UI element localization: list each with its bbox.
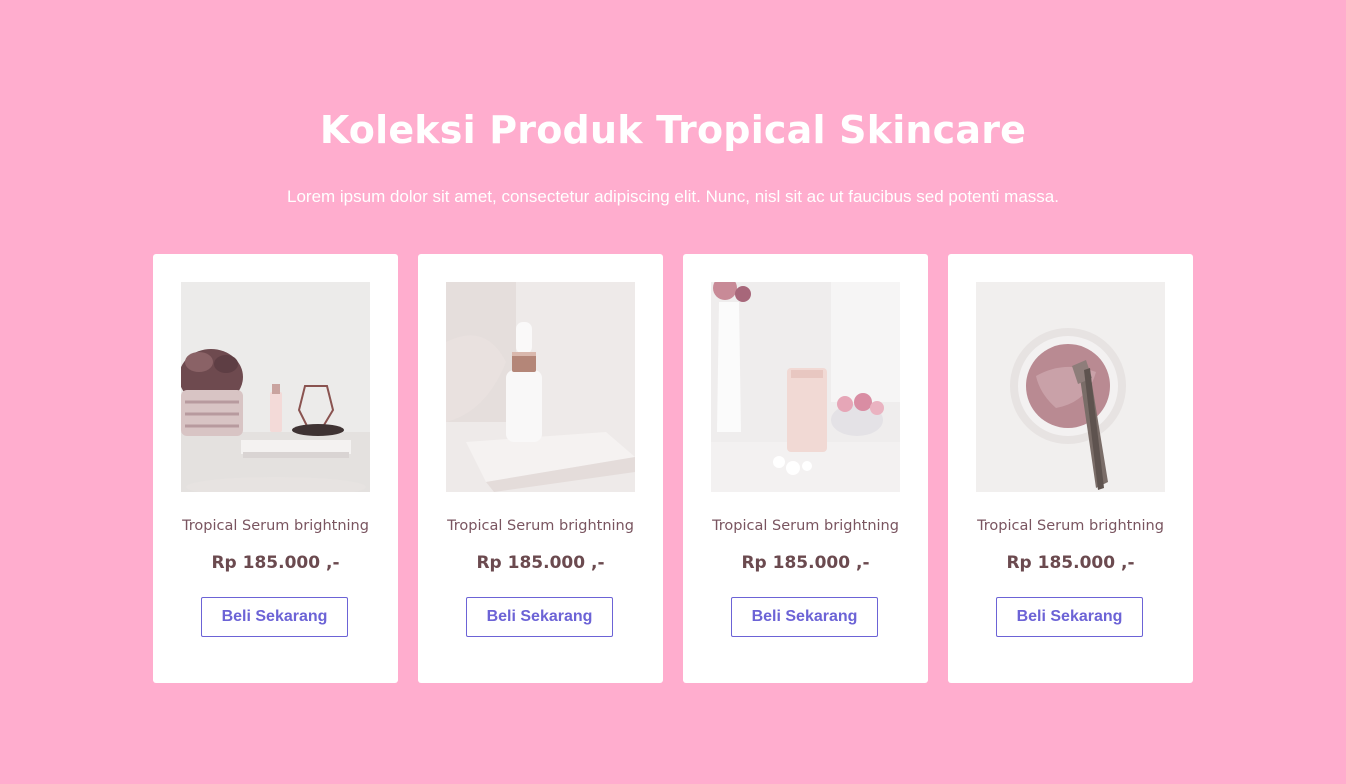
product-name: Tropical Serum brightning [712,518,899,534]
product-price: Rp 185.000 ,- [211,553,340,573]
product-card: Tropical Serum brightning Rp 185.000 ,- … [418,254,663,683]
product-price: Rp 185.000 ,- [476,553,605,573]
buy-now-button[interactable]: Beli Sekarang [731,597,878,637]
product-image[interactable] [181,282,370,492]
product-name: Tropical Serum brightning [447,518,634,534]
product-grid: Tropical Serum brightning Rp 185.000 ,- … [153,254,1193,683]
product-card: Tropical Serum brightning Rp 185.000 ,- … [683,254,928,683]
product-name: Tropical Serum brightning [977,518,1164,534]
product-collection-section: Koleksi Produk Tropical Skincare Lorem i… [0,0,1346,784]
product-image[interactable] [976,282,1165,492]
buy-now-button[interactable]: Beli Sekarang [466,597,613,637]
product-price: Rp 185.000 ,- [741,553,870,573]
section-subtitle: Lorem ipsum dolor sit amet, consectetur … [287,187,1059,206]
product-image[interactable] [711,282,900,492]
product-image[interactable] [446,282,635,492]
product-price: Rp 185.000 ,- [1006,553,1135,573]
buy-now-button[interactable]: Beli Sekarang [996,597,1143,637]
product-name: Tropical Serum brightning [182,518,369,534]
product-card: Tropical Serum brightning Rp 185.000 ,- … [948,254,1193,683]
section-title: Koleksi Produk Tropical Skincare [319,108,1027,152]
buy-now-button[interactable]: Beli Sekarang [201,597,348,637]
product-card: Tropical Serum brightning Rp 185.000 ,- … [153,254,398,683]
